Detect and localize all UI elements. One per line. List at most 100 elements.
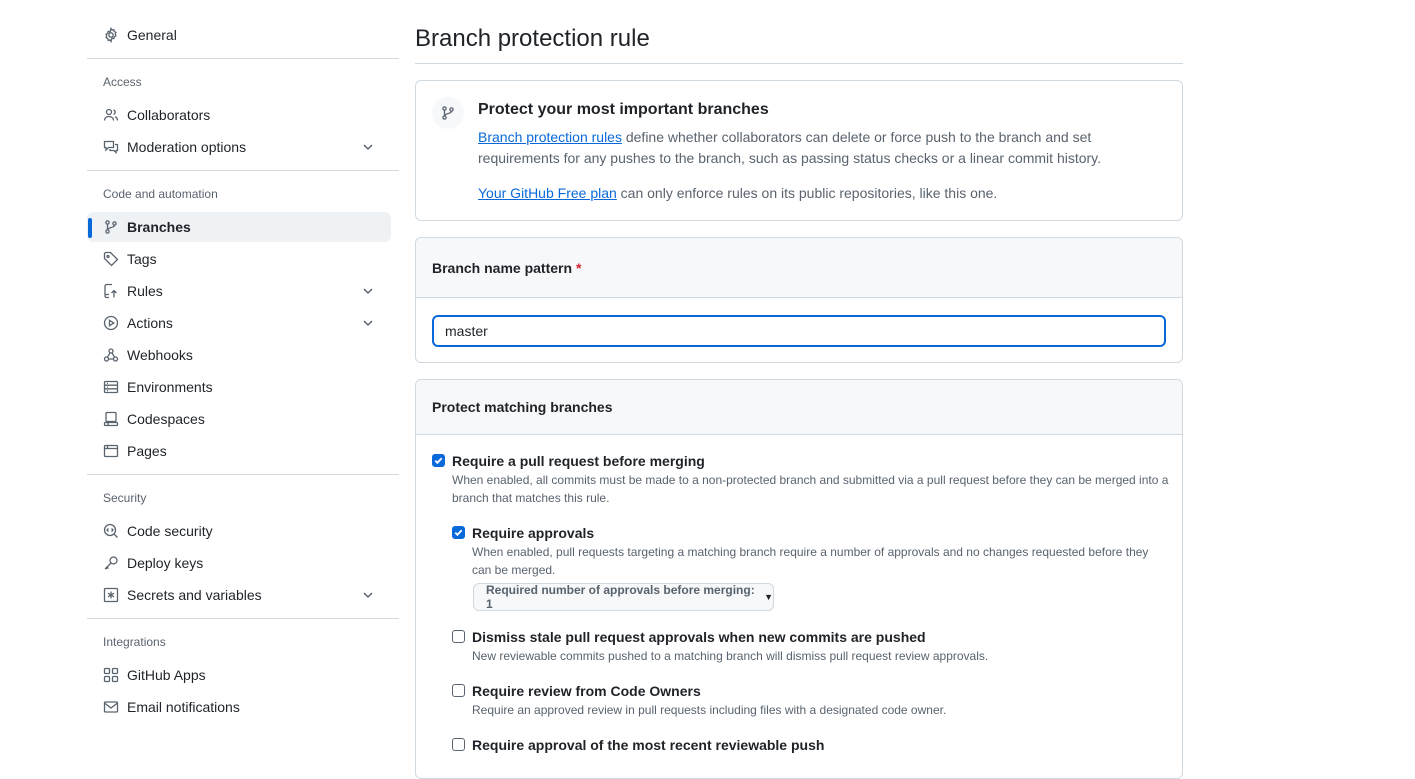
dismiss-stale-approvals-checkbox[interactable] — [452, 630, 465, 643]
repo-push-icon — [103, 283, 119, 299]
chevron-down-icon[interactable] — [361, 284, 375, 298]
sidebar-item-tags[interactable]: Tags — [87, 244, 391, 274]
sidebar-item-github-apps[interactable]: GitHub Apps — [87, 660, 391, 690]
option-description: New reviewable commits pushed to a match… — [472, 649, 989, 663]
sidebar-item-actions[interactable]: Actions — [87, 308, 391, 338]
sidebar-item-codespaces[interactable]: Codespaces — [87, 404, 391, 434]
sidebar-item-collaborators[interactable]: Collaborators — [87, 100, 391, 130]
browser-icon — [103, 443, 119, 459]
sidebar-item-deploy-keys[interactable]: Deploy keys — [87, 548, 391, 578]
plan-note-text: can only enforce rules on its public rep… — [616, 185, 998, 201]
webhook-icon — [103, 347, 119, 363]
sidebar-item-environments[interactable]: Environments — [87, 372, 391, 402]
branch-name-pattern-input[interactable] — [432, 315, 1166, 347]
require-approvals-checkbox[interactable] — [452, 526, 465, 539]
sidebar-item-label: Codespaces — [127, 411, 205, 427]
option-label: Require approvals — [472, 525, 595, 541]
option-label: Require review from Code Owners — [472, 683, 701, 699]
sidebar-item-label: Code security — [127, 523, 213, 539]
divider — [415, 63, 1183, 64]
select-label: Required number of approvals before merg… — [486, 583, 755, 611]
pattern-header: Branch name pattern * — [416, 238, 1182, 298]
required-approvals-select[interactable]: Required number of approvals before merg… — [473, 583, 774, 611]
caret-down-icon: ▼ — [764, 592, 773, 602]
chevron-down-icon[interactable] — [361, 140, 375, 154]
gear-icon — [103, 27, 119, 43]
codespaces-icon — [103, 411, 119, 427]
option-description: When enabled, pull requests targeting a … — [472, 545, 1149, 577]
branch-name-pattern-box: Branch name pattern * — [415, 237, 1183, 363]
sidebar-item-pages[interactable]: Pages — [87, 436, 391, 466]
git-branch-icon — [103, 219, 119, 235]
divider — [87, 618, 399, 619]
section-heading-access: Access — [103, 75, 142, 89]
sidebar-item-label: Pages — [127, 443, 167, 459]
require-code-owners-review-option[interactable]: Require review from Code Owners — [452, 681, 701, 701]
sidebar-item-label: General — [127, 27, 177, 43]
required-mark: * — [576, 259, 582, 276]
option-label: Dismiss stale pull request approvals whe… — [472, 629, 926, 645]
chevron-down-icon[interactable] — [361, 316, 375, 330]
sidebar-item-label: Webhooks — [127, 347, 193, 363]
require-pull-request-option[interactable]: Require a pull request before merging — [432, 451, 705, 471]
divider — [87, 170, 399, 171]
sidebar-item-code-security[interactable]: Code security — [87, 516, 391, 546]
key-asterisk-icon — [103, 587, 119, 603]
dismiss-stale-approvals-option[interactable]: Dismiss stale pull request approvals whe… — [452, 627, 926, 647]
section-heading-integrations: Integrations — [103, 635, 166, 649]
info-description: Branch protection rules define whether c… — [478, 127, 1158, 169]
info-title: Protect your most important branches — [478, 101, 769, 118]
sidebar-item-moderation-options[interactable]: Moderation options — [87, 132, 391, 162]
sidebar-item-label: Rules — [127, 283, 163, 299]
sidebar-item-email-notifications[interactable]: Email notifications — [87, 692, 391, 722]
option-description: When enabled, all commits must be made t… — [452, 473, 1169, 505]
github-free-plan-link[interactable]: Your GitHub Free plan — [478, 185, 617, 201]
info-box: Protect your most important branches Bra… — [415, 80, 1183, 221]
tag-icon — [103, 251, 119, 267]
comment-discussion-icon — [103, 139, 119, 155]
chevron-down-icon[interactable] — [361, 588, 375, 602]
pattern-label: Branch name pattern — [432, 259, 573, 276]
play-circle-icon — [103, 315, 119, 331]
require-approvals-option[interactable]: Require approvals — [452, 523, 594, 543]
sidebar-item-webhooks[interactable]: Webhooks — [87, 340, 391, 370]
require-recent-push-approval-option[interactable]: Require approval of the most recent revi… — [452, 735, 824, 755]
sidebar-item-label: Secrets and variables — [127, 587, 262, 603]
sidebar-item-label: Actions — [127, 315, 173, 331]
divider — [87, 474, 399, 475]
key-icon — [103, 555, 119, 571]
sidebar-item-rules[interactable]: Rules — [87, 276, 391, 306]
sidebar-item-label: Deploy keys — [127, 555, 204, 571]
protect-matching-branches-box: Protect matching branches Require a pull… — [415, 379, 1183, 779]
apps-icon — [103, 667, 119, 683]
option-description: Require an approved review in pull reque… — [472, 703, 947, 717]
codescan-icon — [103, 523, 119, 539]
server-icon — [103, 379, 119, 395]
sidebar-item-label: Collaborators — [127, 107, 211, 123]
sidebar-item-label: Branches — [127, 219, 191, 235]
matching-header: Protect matching branches — [416, 380, 1182, 435]
option-label: Require approval of the most recent revi… — [472, 737, 825, 753]
require-pull-request-checkbox[interactable] — [432, 454, 445, 467]
git-branch-icon — [432, 97, 464, 129]
sidebar-item-label: Tags — [127, 251, 157, 267]
section-heading-security: Security — [103, 491, 147, 505]
sidebar-item-secrets-and-variables[interactable]: Secrets and variables — [87, 580, 391, 610]
sidebar-item-general[interactable]: General — [87, 20, 391, 50]
sidebar-item-label: Environments — [127, 379, 213, 395]
sidebar-item-label: GitHub Apps — [127, 667, 206, 683]
option-label: Require a pull request before merging — [452, 453, 705, 469]
section-heading-code-automation: Code and automation — [103, 187, 218, 201]
people-icon — [103, 107, 119, 123]
sidebar-item-label: Moderation options — [127, 139, 247, 155]
check-icon — [434, 457, 443, 465]
require-code-owners-review-checkbox[interactable] — [452, 684, 465, 697]
sidebar-item-label: Email notifications — [127, 699, 240, 715]
divider — [87, 58, 399, 59]
mail-icon — [103, 699, 119, 715]
branch-protection-rules-link[interactable]: Branch protection rules — [478, 129, 622, 145]
sidebar-item-branches[interactable]: Branches — [87, 212, 391, 242]
require-recent-push-approval-checkbox[interactable] — [452, 738, 465, 751]
page-title: Branch protection rule — [415, 25, 650, 52]
check-icon — [454, 529, 463, 537]
